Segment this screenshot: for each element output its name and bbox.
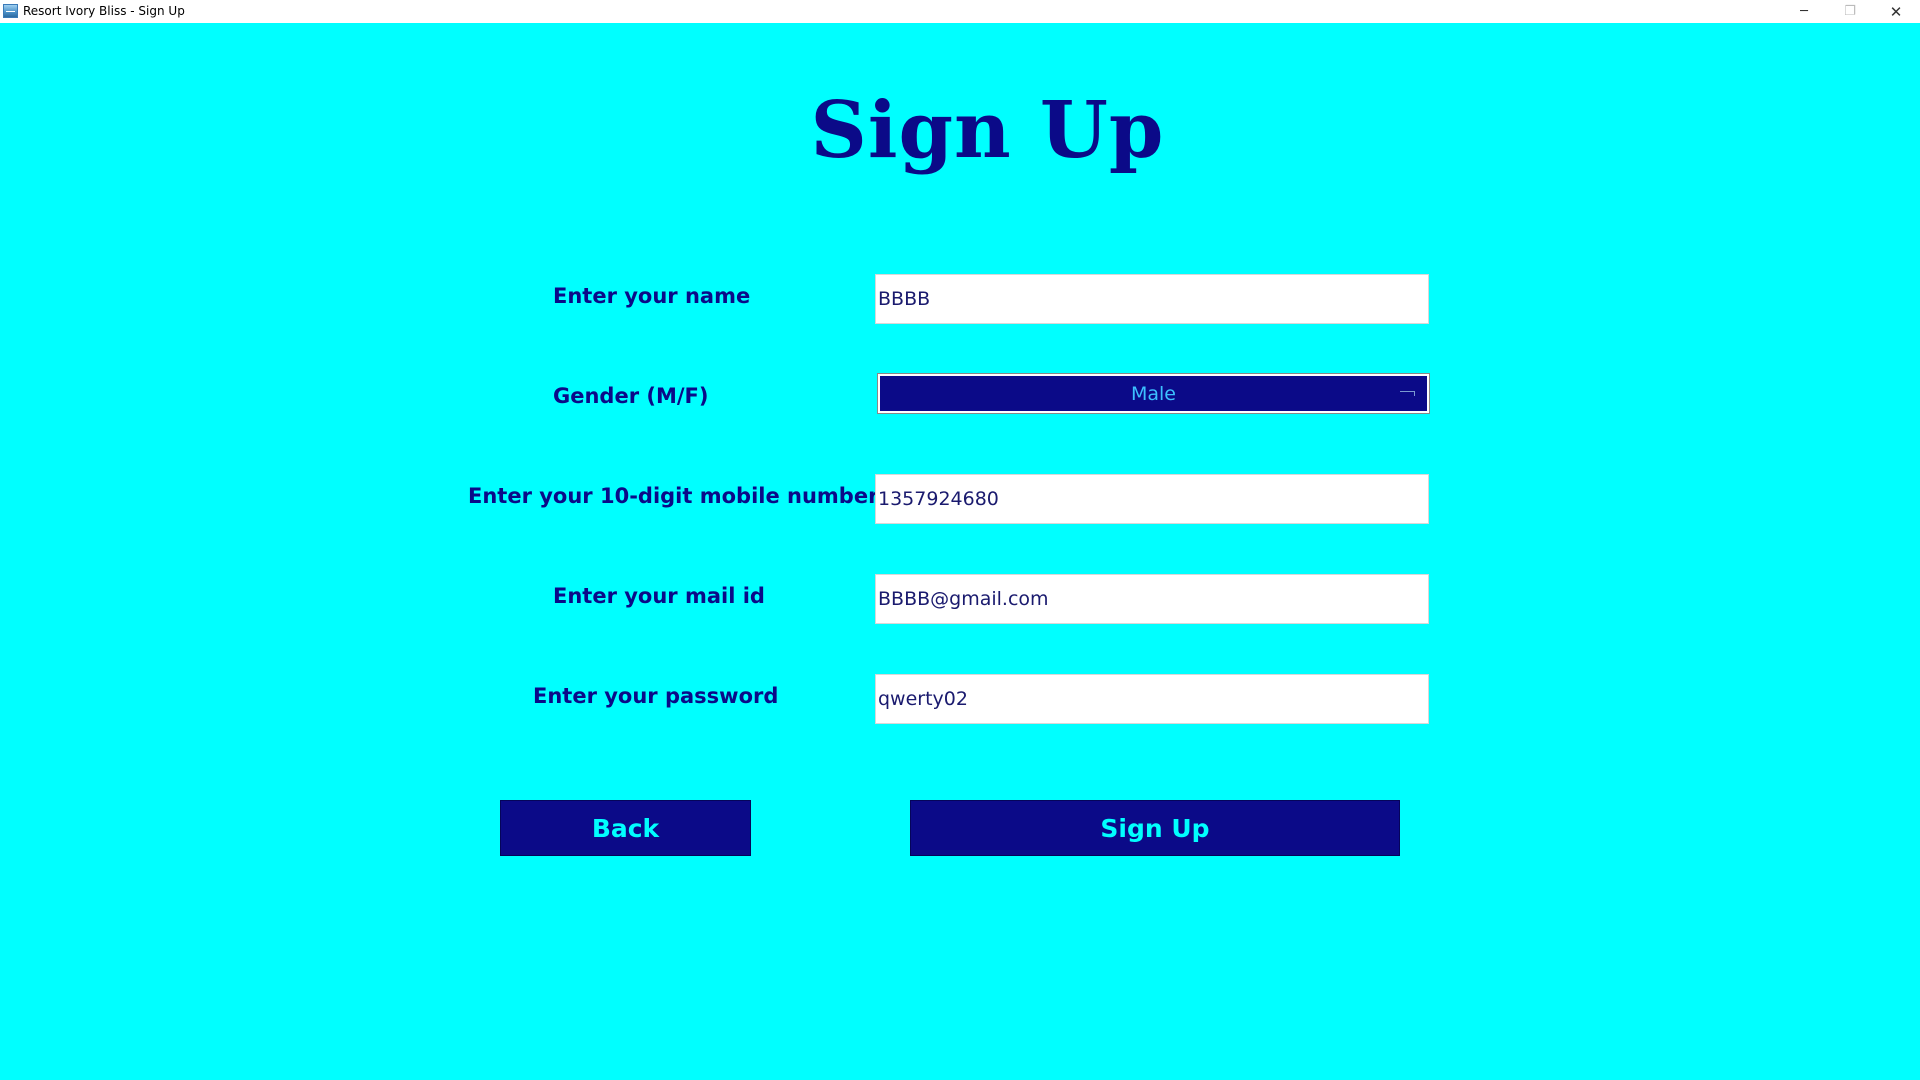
app-window-icon [3,4,18,18]
signup-window-body: Sign Up Enter your name Gender (M/F) Mal… [0,23,1920,1080]
window-title: Resort Ivory Bliss - Sign Up [23,4,185,18]
gender-select[interactable]: Male [877,373,1430,414]
email-label: Enter your mail id [553,584,765,608]
page-title: Sign Up [810,85,1165,176]
back-button[interactable]: Back [500,800,751,856]
sign-up-button[interactable]: Sign Up [910,800,1400,856]
name-input[interactable] [875,274,1429,324]
gender-label: Gender (M/F) [553,384,709,408]
minimize-button[interactable]: ─ [1781,0,1827,23]
email-input[interactable] [875,574,1429,624]
mobile-input[interactable] [875,474,1429,524]
title-bar: Resort Ivory Bliss - Sign Up ─ ❐ ✕ [0,0,1920,23]
gender-selected-value: Male [1130,382,1176,405]
password-input[interactable] [875,674,1429,724]
name-label: Enter your name [553,284,751,308]
mobile-label: Enter your 10-digit mobile number [468,484,879,508]
maximize-button[interactable]: ❐ [1827,0,1873,23]
option-menu-indicator-icon [1400,391,1415,396]
close-button[interactable]: ✕ [1873,0,1919,23]
password-label: Enter your password [533,684,779,708]
